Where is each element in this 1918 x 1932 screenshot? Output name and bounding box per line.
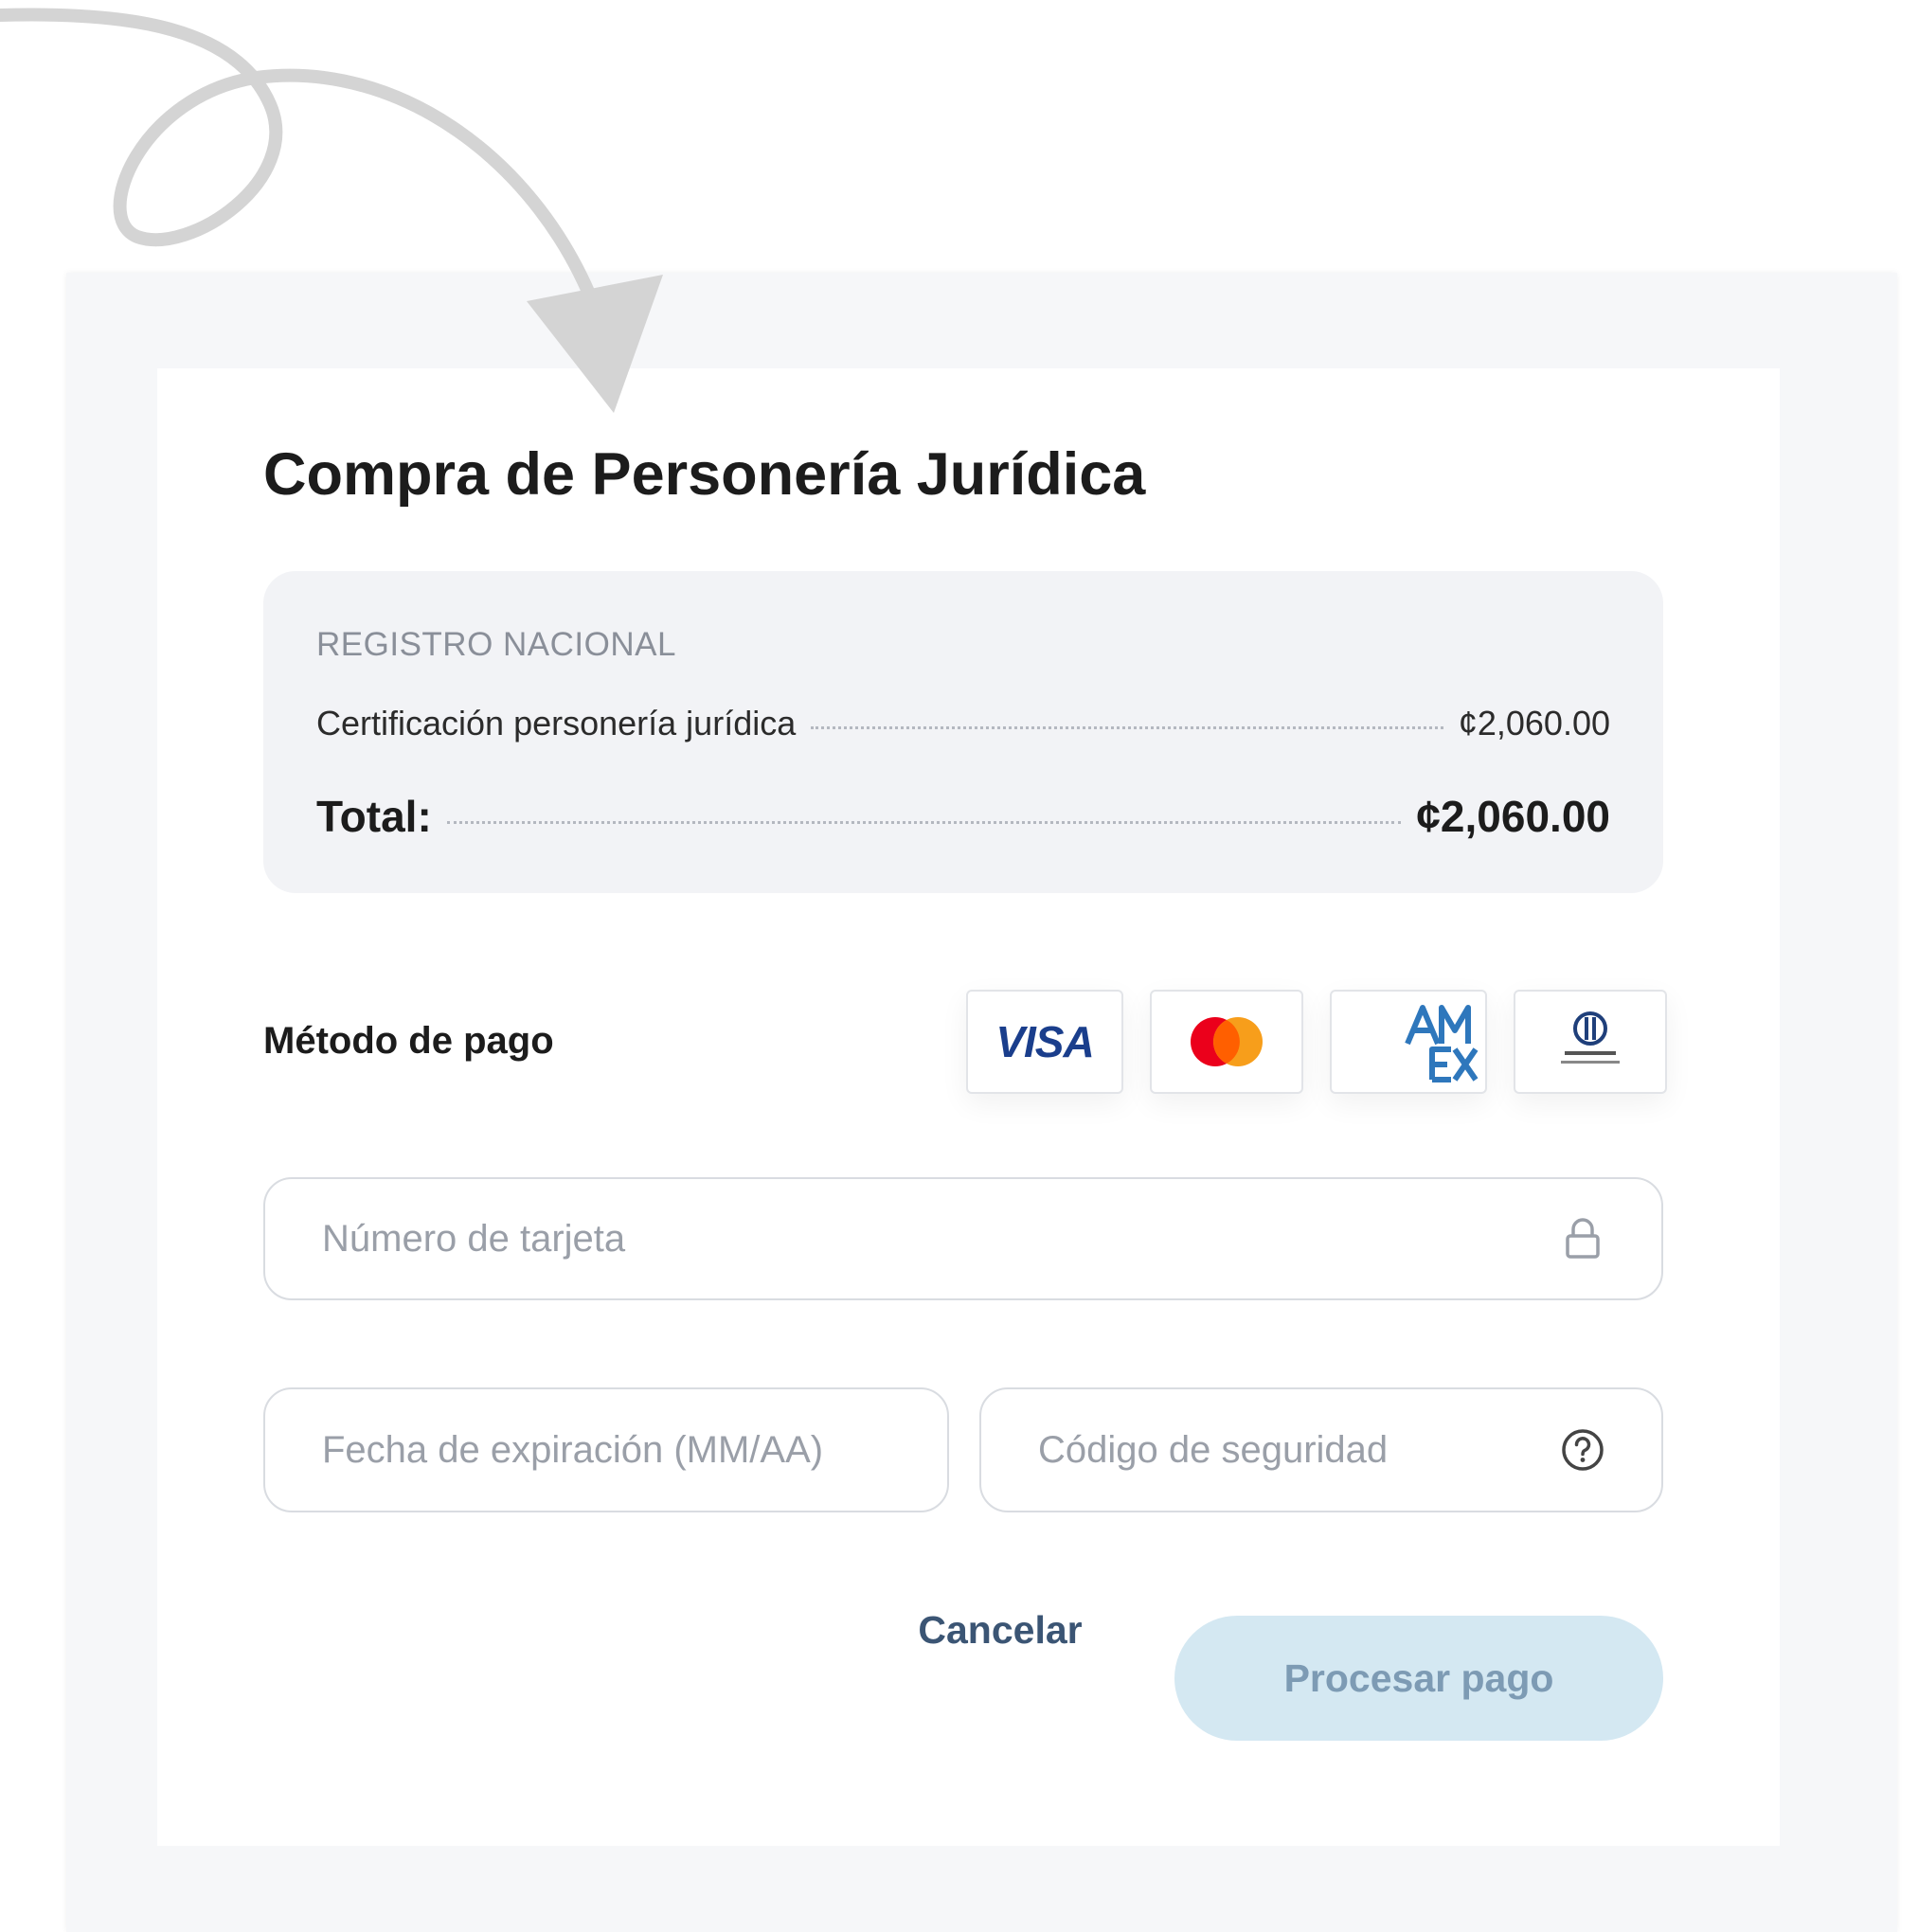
payment-dialog: Compra de Personería Jurídica REGISTRO N… <box>157 368 1780 1846</box>
expiry-date-field[interactable] <box>263 1387 949 1512</box>
card-number-field[interactable] <box>263 1177 1663 1300</box>
summary-total: Total: ¢2,060.00 <box>316 791 1610 842</box>
visa-wordmark: VISA <box>995 1017 1094 1066</box>
dot-leader <box>446 821 1402 824</box>
help-circle-icon[interactable] <box>1559 1426 1606 1474</box>
card-number-input[interactable] <box>322 1179 1567 1298</box>
accepted-cards: VISA <box>966 990 1667 1094</box>
process-payment-button[interactable]: Procesar pago <box>1174 1616 1663 1741</box>
expiry-date-input[interactable] <box>322 1389 928 1511</box>
security-code-input[interactable] <box>1038 1389 1567 1511</box>
lock-icon <box>1566 1218 1600 1259</box>
line-item-amount: ¢2,060.00 <box>1458 704 1610 742</box>
mastercard-logo <box>1150 990 1303 1094</box>
security-code-field[interactable] <box>979 1387 1663 1512</box>
amex-icon <box>1405 1005 1479 1082</box>
line-item-label: Certificación personería jurídica <box>316 704 797 742</box>
total-amount: ¢2,060.00 <box>1416 792 1610 841</box>
amex-logo <box>1330 990 1487 1094</box>
order-summary: REGISTRO NACIONAL Certificación personer… <box>263 571 1663 893</box>
cancel-button[interactable]: Cancelar <box>877 1592 1123 1668</box>
total-label: Total: <box>316 792 432 841</box>
diners-club-logo <box>1514 990 1667 1094</box>
mastercard-icon <box>1191 1017 1263 1066</box>
summary-line-item: Certificación personería jurídica ¢2,060… <box>316 704 1610 743</box>
visa-logo: VISA <box>966 990 1123 1094</box>
dot-leader <box>811 726 1443 729</box>
payment-method-label: Método de pago <box>263 1020 554 1062</box>
summary-provider: REGISTRO NACIONAL <box>316 626 676 663</box>
page-title: Compra de Personería Jurídica <box>263 441 1146 508</box>
diners-club-icon <box>1561 1011 1620 1064</box>
